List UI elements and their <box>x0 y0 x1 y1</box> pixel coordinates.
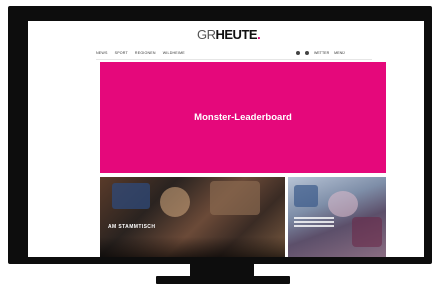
teaser-image-part <box>352 217 382 247</box>
leaderboard-label: Monster-Leaderboard <box>194 112 292 123</box>
nav-item-regionen[interactable]: REGIONEN <box>135 51 156 55</box>
logo-dot: . <box>257 27 261 42</box>
teaser-side[interactable] <box>288 177 386 257</box>
nav-item-wildheime[interactable]: WILDHEIME <box>163 51 185 55</box>
nav-right-group: WETTER MENÜ <box>296 48 345 58</box>
monitor-stand-base <box>156 276 290 284</box>
logo-gr: GR <box>197 27 216 42</box>
search-icon[interactable] <box>296 51 300 55</box>
leaderboard-ad[interactable]: Monster-Leaderboard <box>100 62 386 173</box>
monitor-frame: GRHEUTE. NEWS SPORT REGIONEN WILDHEIME W… <box>8 6 432 264</box>
site-logo[interactable]: GRHEUTE. <box>197 27 261 42</box>
teaser-image-part <box>294 185 318 207</box>
teaser-image-part <box>210 181 260 215</box>
monitor-stand-neck <box>190 264 254 276</box>
teaser-side-headline-lines <box>294 217 334 229</box>
nav-item-menu[interactable]: MENÜ <box>334 51 345 55</box>
teaser-image-part <box>328 191 358 217</box>
nav-divider <box>96 59 372 60</box>
main-navigation: NEWS SPORT REGIONEN WILDHEIME <box>96 48 185 58</box>
nav-item-news[interactable]: NEWS <box>96 51 108 55</box>
teaser-main[interactable]: AM STAMMTISCH <box>100 177 285 257</box>
teaser-gradient <box>100 237 285 257</box>
browser-viewport: GRHEUTE. NEWS SPORT REGIONEN WILDHEIME W… <box>28 21 424 257</box>
teaser-image-part <box>112 183 150 209</box>
nav-item-sport[interactable]: SPORT <box>115 51 128 55</box>
teaser-image-part <box>160 187 190 217</box>
teaser-main-headline[interactable]: AM STAMMTISCH <box>108 224 155 230</box>
nav-item-wetter[interactable]: WETTER <box>314 51 329 55</box>
user-icon[interactable] <box>305 51 309 55</box>
logo-heute: HEUTE <box>215 27 258 42</box>
